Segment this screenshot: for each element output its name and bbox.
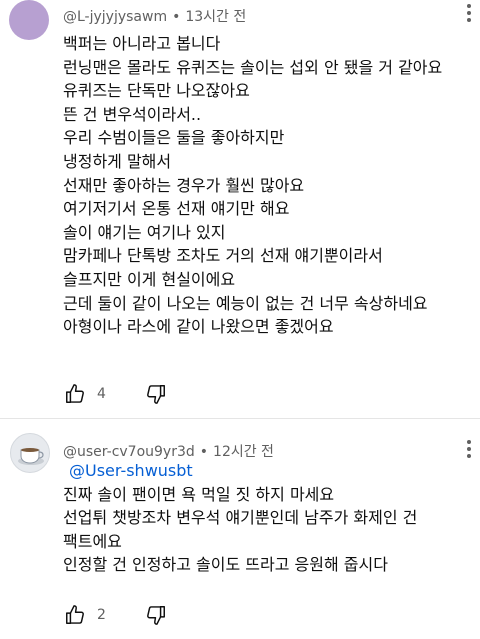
separator-dot: • (172, 9, 181, 25)
comment-line: 런닝맨은 몰라도 유퀴즈는 솔이는 섭외 안 됐을 거 같아요 (63, 57, 443, 77)
comment-line: 유퀴즈는 단독만 나오잖아요 (63, 81, 250, 101)
comment-line: 선업튀 챗방조차 변우석 얘기뿐인데 남주가 화제인 건 (63, 508, 418, 528)
more-vertical-icon[interactable] (466, 440, 472, 461)
comment-line: 아형이나 라스에 같이 나왔으면 좋겠어요 (63, 317, 334, 337)
comment-divider (0, 418, 480, 419)
comment-line: 진짜 솔이 팬이면 욕 먹일 짓 하지 마세요 (63, 484, 335, 504)
comment-line: 근데 둘이 같이 나오는 예능이 없는 건 너무 속상하네요 (63, 293, 428, 313)
comment-text: @User-shwusbt 진짜 솔이 팬이면 욕 먹일 짓 하지 마세요 선업… (63, 459, 475, 577)
mention-link[interactable]: @User-shwusbt (69, 459, 475, 483)
comment-meta: @user-cv7ou9yr3d • 12시간 전 (63, 441, 274, 461)
more-vertical-icon[interactable] (466, 4, 472, 25)
comment-line: 여기저기서 온통 선재 얘기만 해요 (63, 199, 290, 219)
avatar[interactable] (10, 433, 50, 473)
like-count: 4 (97, 386, 106, 402)
like-count: 2 (97, 607, 106, 623)
comment-line: 선재만 좋아하는 경우가 훨씬 많아요 (63, 175, 305, 195)
comment-meta: @L-jyjyjysawm • 13시간 전 (63, 6, 246, 26)
thumbs-down-outline-icon[interactable] (144, 382, 168, 406)
comment-actions: 2 (63, 603, 168, 627)
comment-line: 우리 수범이들은 둘을 좋아하지만 (63, 128, 285, 148)
comment-actions: 4 (63, 382, 168, 406)
thumbs-down-outline-icon[interactable] (144, 603, 168, 627)
author-name[interactable]: @user-cv7ou9yr3d (63, 444, 195, 460)
timestamp[interactable]: 12시간 전 (213, 444, 274, 460)
comment-line: 백퍼는 아니라고 봅니다 (63, 34, 221, 53)
author-name[interactable]: @L-jyjyjysawm (63, 9, 167, 25)
avatar[interactable] (9, 0, 49, 40)
comment-line: 인정할 건 인정하고 솔이도 뜨라고 응원해 줍시다 (63, 555, 388, 575)
comment-text: 백퍼는 아니라고 봅니다 런닝맨은 몰라도 유퀴즈는 솔이는 섭외 안 됐을 거… (63, 32, 475, 339)
comment-line: 팩트에요 (63, 531, 122, 551)
thumbs-up-outline-icon[interactable] (63, 603, 87, 627)
timestamp[interactable]: 13시간 전 (185, 9, 246, 25)
comment-line: 냉정하게 말해서 (63, 151, 172, 171)
comment-line: 솔이 얘기는 여기나 있지 (63, 222, 226, 242)
separator-dot: • (199, 444, 209, 460)
comment-line: 맘카페나 단톡방 조차도 거의 선재 얘기뿐이라서 (63, 246, 383, 266)
comment-line: 슬프지만 이게 현실이에요 (63, 269, 236, 289)
thumbs-up-outline-icon[interactable] (63, 382, 87, 406)
comment-line: 뜬 건 변우석이라서.. (63, 104, 202, 124)
coffee-cup-icon (18, 448, 44, 465)
